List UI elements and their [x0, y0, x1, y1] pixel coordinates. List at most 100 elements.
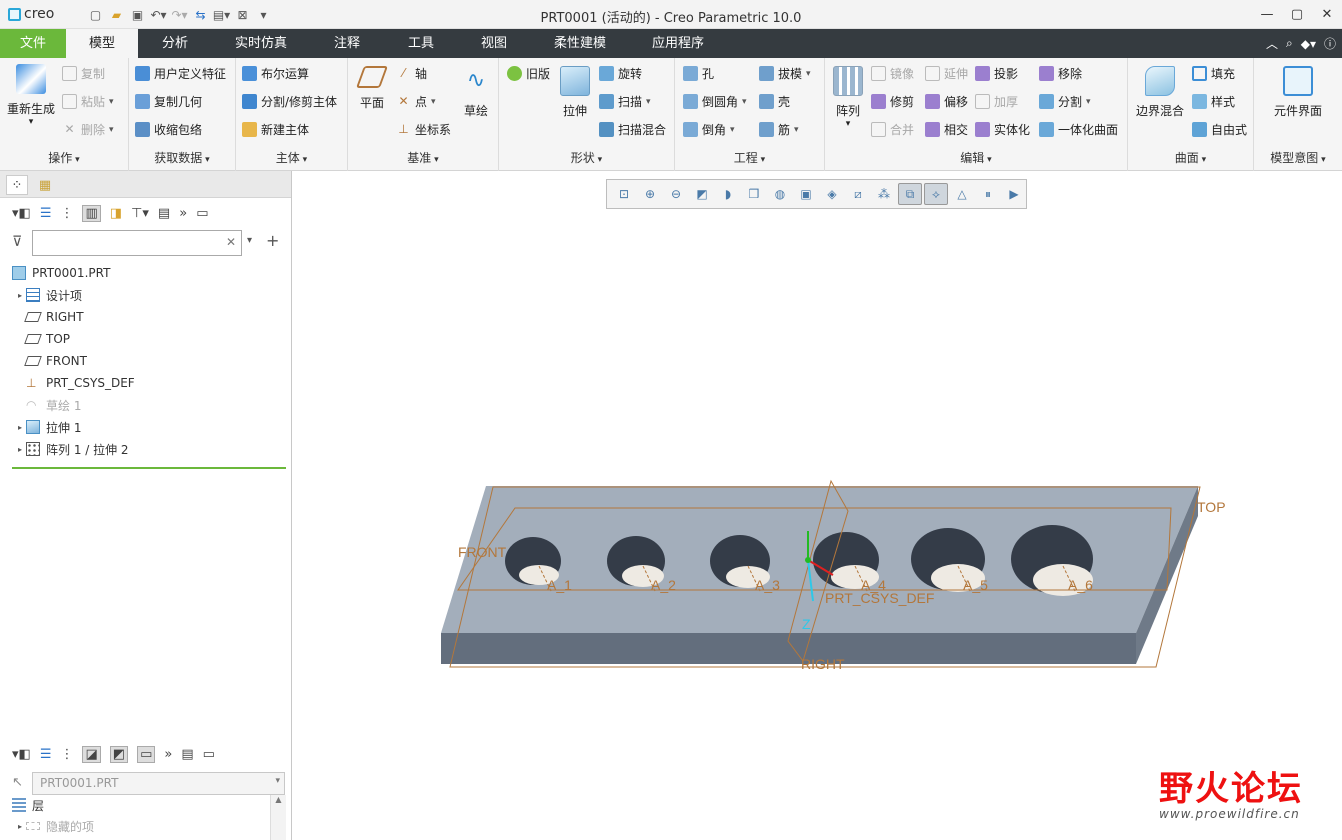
unify-surface-button[interactable]: 一体化曲面 — [1039, 121, 1118, 138]
tree-item-extrude[interactable]: ▸ 拉伸 1 — [0, 416, 291, 438]
tree-item-front[interactable]: FRONT — [0, 350, 291, 372]
delete-button[interactable]: ✕ 删除 — [62, 121, 114, 138]
filter-icon[interactable]: ⊽ — [12, 234, 22, 250]
group-label-surfaces[interactable]: 曲面 — [1128, 149, 1253, 166]
tab-applications[interactable]: 应用程序 — [630, 29, 726, 58]
tab-view[interactable]: 视图 — [458, 29, 530, 58]
select-arrow-icon[interactable]: ↖ — [12, 775, 23, 790]
regenerate-button[interactable]: 重新生成 ▾ — [4, 64, 58, 127]
axis-button[interactable]: ⁄ 轴 — [396, 65, 427, 82]
undo-icon[interactable]: ↶▾ — [149, 5, 168, 24]
folder-browser-tab-icon[interactable]: ▦ — [34, 175, 56, 195]
tree-item-csys[interactable]: ⊥ PRT_CSYS_DEF — [0, 372, 291, 394]
maximize-button[interactable]: ▢ — [1282, 0, 1312, 29]
redo-icon[interactable]: ↷▾ — [170, 5, 189, 24]
component-interface-button[interactable]: 元件界面 — [1258, 66, 1338, 119]
legacy-button[interactable]: 旧版 — [507, 65, 550, 82]
shrinkwrap-button[interactable]: 收缩包络 — [135, 121, 202, 138]
add-filter-icon[interactable]: + — [266, 231, 279, 250]
udf-button[interactable]: 用户定义特征 — [135, 65, 226, 82]
group-label-operations[interactable]: 操作 — [0, 149, 128, 166]
trim-button[interactable]: 修剪 — [871, 93, 914, 110]
new-body-button[interactable]: 新建主体 — [242, 121, 309, 138]
layer-hidden-items[interactable]: ▸ 隐藏的项 — [0, 815, 291, 837]
tree-filter-icon[interactable]: ⊤▾ — [131, 206, 149, 221]
revolve-button[interactable]: 旋转 — [599, 65, 642, 82]
layer-show-icon[interactable]: ▭ — [137, 745, 156, 763]
tab-file[interactable]: 文件 — [0, 29, 66, 58]
tree-item-pattern[interactable]: ▸ 阵列 1 / 拉伸 2 — [0, 438, 291, 460]
group-label-engineering[interactable]: 工程 — [675, 149, 824, 166]
shell-button[interactable]: 壳 — [759, 93, 790, 110]
minimize-button[interactable]: — — [1252, 0, 1282, 29]
window-icon[interactable]: ▤▾ — [212, 5, 231, 24]
tree-item-part[interactable]: PRT0001.PRT — [0, 262, 291, 284]
plane-button[interactable]: 平面 — [354, 66, 390, 111]
tree-item-sketch[interactable]: ◠ 草绘 1 — [0, 394, 291, 416]
close-button[interactable]: ✕ — [1312, 0, 1342, 29]
group-label-body[interactable]: 主体 — [236, 149, 347, 166]
tree-view-icon[interactable]: ▾◧ — [12, 206, 31, 221]
open-icon[interactable]: ▰ — [107, 5, 126, 24]
expand-icon[interactable]: ▸ — [14, 445, 26, 454]
intersect-button[interactable]: 相交 — [925, 121, 968, 138]
layer-props-icon[interactable]: ◪ — [82, 745, 101, 763]
customize-icon[interactable]: ▾ — [254, 5, 273, 24]
more-icon[interactable]: » — [164, 747, 172, 762]
collapse-all-icon[interactable]: ⋮ — [60, 747, 73, 762]
project-button[interactable]: 投影 — [975, 65, 1018, 82]
group-label-shapes[interactable]: 形状 — [499, 149, 674, 166]
split-button[interactable]: 分割 — [1039, 93, 1091, 110]
scroll-up-icon[interactable]: ▲ — [271, 795, 286, 804]
hole-button[interactable]: 孔 — [683, 65, 714, 82]
split-trim-body-button[interactable]: 分割/修剪主体 — [242, 93, 337, 110]
group-label-model-intent[interactable]: 模型意图 — [1254, 149, 1342, 166]
tab-live-simulation[interactable]: 实时仿真 — [212, 29, 310, 58]
swept-blend-button[interactable]: 扫描混合 — [599, 121, 666, 138]
model-tree-tab-icon[interactable]: ⁘ — [6, 175, 28, 195]
layer-view-icon[interactable]: ▾◧ — [12, 747, 31, 762]
remove-button[interactable]: 移除 — [1039, 65, 1082, 82]
clear-search-icon[interactable]: ✕ — [226, 235, 236, 249]
new-icon[interactable]: ▢ — [86, 5, 105, 24]
pattern-button[interactable]: 阵列 ▾ — [831, 66, 865, 129]
tab-tools[interactable]: 工具 — [384, 29, 458, 58]
style-button[interactable]: 样式 — [1192, 93, 1235, 110]
collapse-all-icon[interactable]: ⋮ — [60, 206, 73, 221]
expand-icon[interactable]: ▸ — [14, 291, 26, 300]
tree-columns-icon[interactable]: ▥ — [82, 204, 101, 222]
layer-root[interactable]: 层 — [0, 794, 291, 816]
point-button[interactable]: ✕ 点 — [396, 93, 436, 110]
round-button[interactable]: 倒圆角 — [683, 93, 747, 110]
boolean-button[interactable]: 布尔运算 — [242, 65, 309, 82]
sweep-button[interactable]: 扫描 — [599, 93, 651, 110]
merge-button[interactable]: 合并 — [871, 121, 914, 138]
csys-button[interactable]: ⊥ 坐标系 — [396, 121, 451, 138]
expand-icon[interactable]: ▸ — [14, 423, 26, 432]
tree-item-design-items[interactable]: ▸ 设计项 — [0, 284, 291, 306]
search-icon[interactable]: ⌕ — [1286, 36, 1293, 51]
paste-button[interactable]: 粘贴 — [62, 93, 114, 110]
group-label-get-data[interactable]: 获取数据 — [129, 149, 235, 166]
show-icon[interactable]: ◨ — [110, 206, 122, 221]
tree-settings-icon[interactable]: ▤ — [158, 206, 170, 221]
close-window-icon[interactable]: ⊠ — [233, 5, 252, 24]
tab-model[interactable]: 模型 — [66, 29, 138, 58]
solidify-button[interactable]: 实体化 — [975, 121, 1030, 138]
layer-notes-icon[interactable]: ▭ — [203, 747, 215, 762]
more-icon[interactable]: » — [179, 206, 187, 221]
graphics-window[interactable]: ⊡ ⊕ ⊖ ◩ ◗ ❒ ◍ ▣ ◈ ⧄ ⁂ ⧉ ⟡ △ ⏸ ▶ FRONT TO… — [293, 171, 1342, 840]
collapse-ribbon-icon[interactable]: ︿ — [1266, 35, 1278, 52]
sketch-button[interactable]: ∿ 草绘 — [458, 66, 494, 119]
tree-item-right[interactable]: RIGHT — [0, 306, 291, 328]
layer-hide-icon[interactable]: ◩ — [109, 745, 129, 763]
expand-all-icon[interactable]: ☰ — [40, 206, 52, 221]
extrude-button[interactable]: 拉伸 — [555, 66, 595, 119]
part-model-view[interactable]: FRONT TOP RIGHT PRT_CSYS_DEF Z A_1 A_2 A… — [293, 171, 1342, 840]
tree-item-top[interactable]: TOP — [0, 328, 291, 350]
offset-button[interactable]: 偏移 — [925, 93, 968, 110]
expand-icon[interactable]: ▸ — [14, 822, 26, 831]
layer-scrollbar[interactable]: ▲ — [270, 795, 286, 840]
thicken-button[interactable]: 加厚 — [975, 93, 1018, 110]
help-icon[interactable]: ⓘ — [1324, 35, 1336, 52]
